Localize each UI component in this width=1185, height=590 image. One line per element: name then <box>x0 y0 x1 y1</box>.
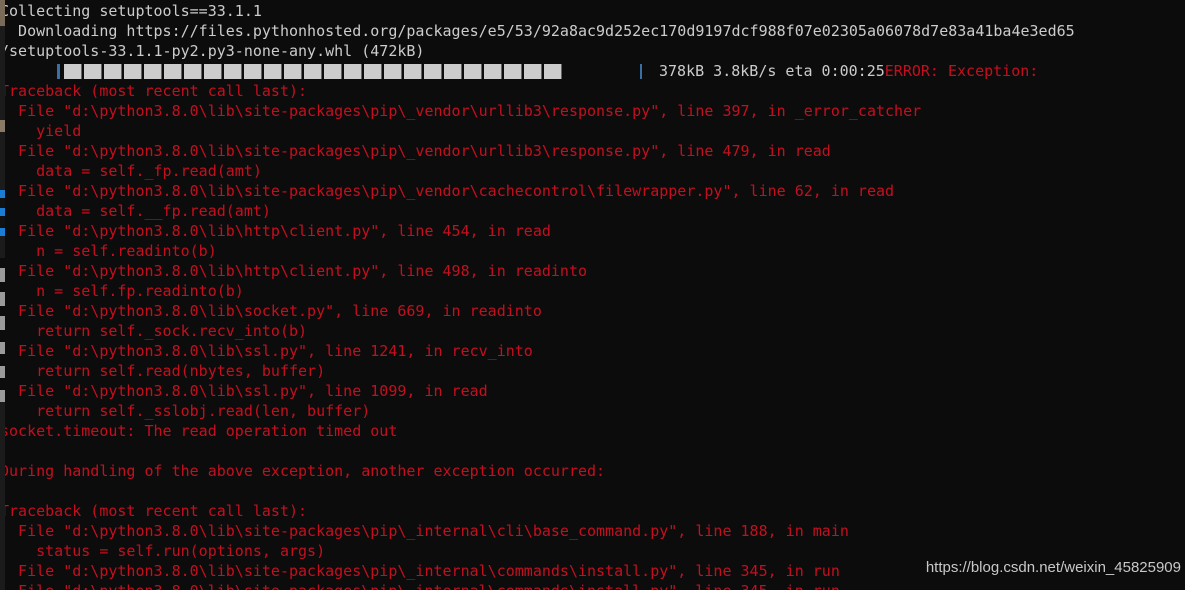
traceback-line: n = self.readinto(b) <box>0 242 217 260</box>
progress-bar-blocks <box>64 64 564 79</box>
scrollbar-segment <box>0 236 5 258</box>
traceback-line: File "d:\python3.8.0\lib\site-packages\p… <box>0 182 895 200</box>
progress-stats: 378kB 3.8kB/s eta 0:00:25ERROR: Exceptio… <box>659 61 1038 81</box>
progress-stats-text: 378kB 3.8kB/s eta 0:00:25 <box>659 62 885 80</box>
progress-bar <box>57 64 564 79</box>
console-output: Collecting setuptools==33.1.1 Downloadin… <box>0 0 1185 590</box>
scrollbar-segment <box>0 190 5 198</box>
progress-bar-block <box>404 64 422 79</box>
scrollbar-segment <box>0 292 5 306</box>
progress-bar-block <box>504 64 522 79</box>
scrollbar-segment <box>0 26 5 120</box>
progress-bar-block <box>364 64 382 79</box>
traceback-line <box>0 441 1185 461</box>
scrollbar-segment <box>0 282 5 292</box>
scrollbar-segment <box>0 342 5 354</box>
traceback-line: File "d:\python3.8.0\lib\site-packages\p… <box>0 581 1185 590</box>
scrollbar-segment <box>0 120 5 132</box>
terminal-window[interactable]: Collecting setuptools==33.1.1 Downloadin… <box>0 0 1185 590</box>
scrollbar-segment <box>0 306 5 316</box>
console-line: Collecting setuptools==33.1.1 <box>0 2 262 20</box>
progress-bar-block <box>484 64 502 79</box>
traceback-line: During handling of the above exception, … <box>0 462 606 480</box>
traceback-line: data = self.__fp.read(amt) <box>0 202 271 220</box>
scrollbar-segment <box>0 198 5 208</box>
progress-bar-block <box>464 64 482 79</box>
scrollbar-segment <box>0 258 5 268</box>
progress-bar-block <box>424 64 442 79</box>
progress-bar-block <box>64 64 82 79</box>
progress-bar-block <box>224 64 242 79</box>
traceback-line: Traceback (most recent call last): <box>0 82 308 100</box>
traceback-line: File "d:\python3.8.0\lib\site-packages\p… <box>0 522 849 540</box>
error-exception-label: ERROR: Exception: <box>884 62 1039 80</box>
console-line: /setuptools-33.1.1-py2.py3-none-any.whl … <box>0 42 425 60</box>
progress-bar-block <box>164 64 182 79</box>
progress-bar-block <box>264 64 282 79</box>
traceback-line: data = self._fp.read(amt) <box>0 162 262 180</box>
traceback-line: n = self.fp.readinto(b) <box>0 282 244 300</box>
console-line: Downloading https://files.pythonhosted.o… <box>0 22 1075 40</box>
progress-bar-block <box>284 64 302 79</box>
scrollbar-segment <box>0 0 5 26</box>
progress-bar-block <box>244 64 262 79</box>
scrollbar-segment <box>0 216 5 228</box>
traceback-line: socket.timeout: The read operation timed… <box>0 422 398 440</box>
scrollbar-segment <box>0 208 5 216</box>
scrollbar-segment <box>0 354 5 366</box>
traceback-line: File "d:\python3.8.0\lib\site-packages\p… <box>0 142 831 160</box>
scrollbar-segment <box>0 316 5 330</box>
progress-bar-block <box>184 64 202 79</box>
progress-bar-block <box>144 64 162 79</box>
progress-bar-separator <box>640 64 642 79</box>
progress-bar-block <box>324 64 342 79</box>
traceback-line: File "d:\python3.8.0\lib\ssl.py", line 1… <box>0 342 533 360</box>
scrollbar-segment <box>0 268 5 282</box>
traceback-line: return self._sock.recv_into(b) <box>0 322 308 340</box>
progress-bar-block <box>124 64 142 79</box>
scrollbar-segment <box>0 330 5 342</box>
progress-bar-block <box>344 64 362 79</box>
traceback-line <box>0 481 1185 501</box>
progress-bar-start-marker <box>57 64 60 79</box>
scrollbar-segment <box>0 378 5 390</box>
traceback-line: File "d:\python3.8.0\lib\http\client.py"… <box>0 222 551 240</box>
scrollbar-segment <box>0 132 5 190</box>
traceback-line: yield <box>0 122 82 140</box>
traceback-line: File "d:\python3.8.0\lib\socket.py", lin… <box>0 302 542 320</box>
window-left-edge-scrollbar[interactable] <box>0 0 5 590</box>
scrollbar-segment <box>0 366 5 378</box>
scrollbar-segment <box>0 228 5 236</box>
progress-bar-block <box>304 64 322 79</box>
progress-bar-block <box>84 64 102 79</box>
download-progress-row: 378kB 3.8kB/s eta 0:00:25ERROR: Exceptio… <box>0 61 1185 81</box>
traceback-line: File "d:\python3.8.0\lib\ssl.py", line 1… <box>0 382 488 400</box>
progress-bar-block <box>104 64 122 79</box>
progress-bar-block <box>384 64 402 79</box>
scrollbar-segment <box>0 402 5 590</box>
progress-bar-block <box>524 64 542 79</box>
progress-bar-block <box>544 64 562 79</box>
progress-bar-block <box>444 64 462 79</box>
csdn-watermark: https://blog.csdn.net/weixin_45825909 <box>925 559 1181 576</box>
traceback-line: return self._sslobj.read(len, buffer) <box>0 402 371 420</box>
scrollbar-segment <box>0 390 5 402</box>
traceback-line: return self.read(nbytes, buffer) <box>0 362 326 380</box>
traceback-line: File "d:\python3.8.0\lib\site-packages\p… <box>0 102 922 120</box>
traceback-line: Traceback (most recent call last): <box>0 502 308 520</box>
progress-bar-block <box>204 64 222 79</box>
traceback-line: File "d:\python3.8.0\lib\http\client.py"… <box>0 262 587 280</box>
